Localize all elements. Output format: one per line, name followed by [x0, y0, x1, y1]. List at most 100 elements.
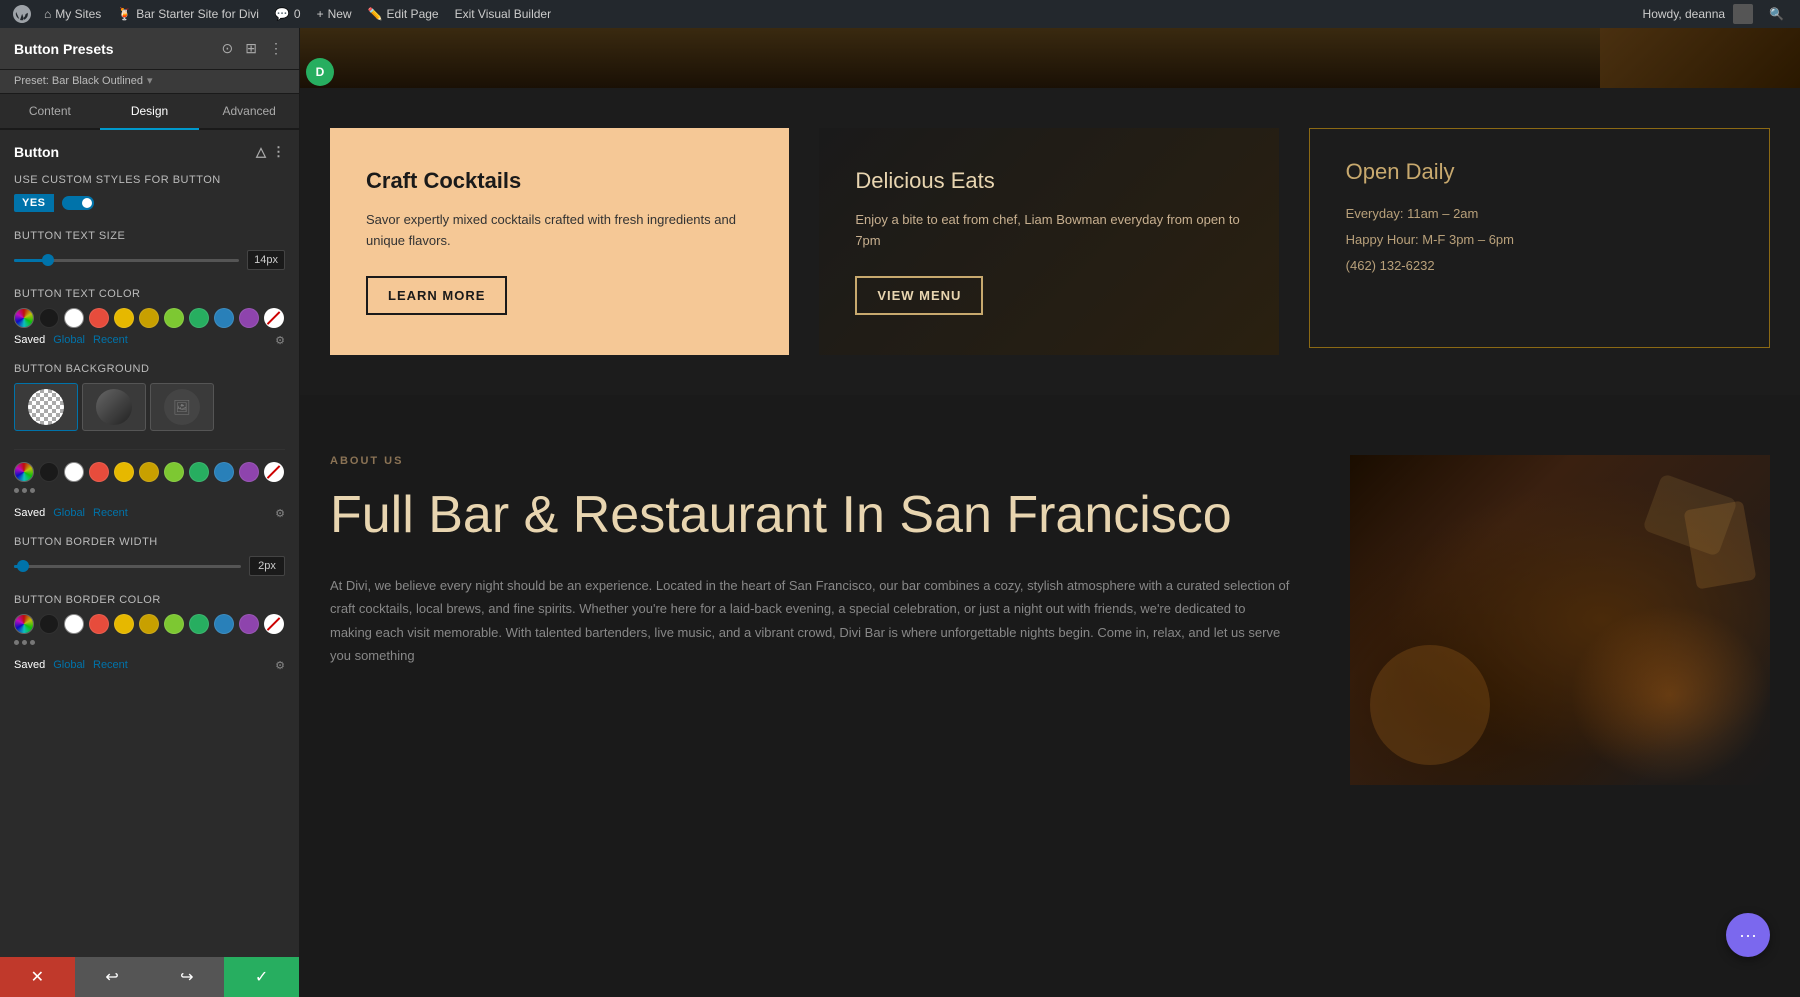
bcolor2-swatch-gold[interactable]: [139, 614, 159, 634]
border-saved-tab[interactable]: Saved: [14, 507, 45, 520]
divi-circle[interactable]: D: [306, 58, 334, 86]
my-sites-menu[interactable]: ⌂ My Sites: [36, 0, 109, 28]
border-swatch-blue[interactable]: [214, 462, 234, 482]
craft-cocktails-title: Craft Cocktails: [366, 168, 753, 194]
dot3[interactable]: [30, 488, 35, 493]
color-swatch-white[interactable]: [64, 308, 84, 328]
edit-page-button[interactable]: ✏️ Edit Page: [360, 0, 447, 28]
use-custom-toggle[interactable]: [62, 196, 94, 210]
bcolor2-recent-tab[interactable]: Recent: [93, 659, 128, 672]
color-swatch-yellow[interactable]: [114, 308, 134, 328]
global-tab[interactable]: Global: [53, 334, 85, 347]
border-swatch-white[interactable]: [64, 462, 84, 482]
bcolor2-settings-icon[interactable]: ⚙: [275, 659, 285, 672]
color-swatch-purple[interactable]: [239, 308, 259, 328]
more-icon[interactable]: ⋮: [267, 38, 285, 59]
divi-fab-button[interactable]: ···: [1726, 913, 1770, 957]
border-color2-picker-btn[interactable]: [14, 614, 34, 634]
dots-row: [14, 488, 285, 493]
collapse-icon[interactable]: △: [256, 144, 266, 160]
bcolor2-swatch-blue[interactable]: [214, 614, 234, 634]
dot4[interactable]: [14, 640, 19, 645]
dot6[interactable]: [30, 640, 35, 645]
toggle-yes-label: YES: [14, 194, 54, 212]
recent-tab[interactable]: Recent: [93, 334, 128, 347]
bcolor2-global-tab[interactable]: Global: [53, 659, 85, 672]
bcolor2-swatch-yellow[interactable]: [114, 614, 134, 634]
bcolor2-swatch-purple[interactable]: [239, 614, 259, 634]
view-menu-button[interactable]: VIEW MENU: [855, 276, 983, 315]
bcolor2-swatch-black[interactable]: [39, 614, 59, 634]
saved-tab[interactable]: Saved: [14, 334, 45, 347]
section-more-icon[interactable]: ⋮: [272, 144, 285, 160]
craft-cocktails-text: Savor expertly mixed cocktails crafted w…: [366, 210, 753, 252]
border-global-tab[interactable]: Global: [53, 507, 85, 520]
color-swatch-blue[interactable]: [214, 308, 234, 328]
dot5[interactable]: [22, 640, 27, 645]
text-size-value[interactable]: 14px: [247, 250, 285, 270]
about-title: Full Bar & Restaurant In San Francisco: [330, 487, 1290, 544]
about-text: At Divi, we believe every night should b…: [330, 574, 1290, 668]
border-swatch-green[interactable]: [189, 462, 209, 482]
border-width-value[interactable]: 2px: [249, 556, 285, 576]
color-swatch-lime[interactable]: [164, 308, 184, 328]
tab-advanced[interactable]: Advanced: [199, 94, 299, 130]
border-swatch-clear[interactable]: [264, 462, 284, 482]
howdy-menu[interactable]: Howdy, deanna: [1635, 4, 1762, 24]
tab-design[interactable]: Design: [100, 94, 200, 130]
preset-chevron-icon[interactable]: ▾: [147, 74, 153, 87]
sync-icon[interactable]: ⊙: [220, 38, 236, 59]
border-swatch-yellow[interactable]: [114, 462, 134, 482]
site-name-menu[interactable]: 🍹 Bar Starter Site for Divi: [109, 0, 267, 28]
bottom-toolbar: ✕ ↩ ↪ ✓: [0, 957, 299, 997]
exit-builder-button[interactable]: Exit Visual Builder: [447, 0, 560, 28]
comments-menu[interactable]: 💬 0: [267, 0, 309, 28]
border-settings-icon[interactable]: ⚙: [275, 507, 285, 520]
search-button[interactable]: 🔍: [1761, 7, 1792, 21]
border-swatch-gold[interactable]: [139, 462, 159, 482]
bcolor2-swatch-white[interactable]: [64, 614, 84, 634]
bcolor2-swatch-lime[interactable]: [164, 614, 184, 634]
cancel-button[interactable]: ✕: [0, 957, 75, 997]
open-daily-title: Open Daily: [1346, 159, 1733, 185]
howdy-label: Howdy, deanna: [1643, 7, 1726, 21]
color-swatch-red[interactable]: [89, 308, 109, 328]
color-swatch-clear[interactable]: [264, 308, 284, 328]
border-swatch-purple[interactable]: [239, 462, 259, 482]
bcolor2-saved-tab[interactable]: Saved: [14, 659, 45, 672]
new-menu[interactable]: + New: [309, 0, 360, 28]
hours1: Everyday: 11am – 2am: [1346, 201, 1733, 227]
border-color-picker-btn[interactable]: [14, 462, 34, 482]
undo-button[interactable]: ↩: [75, 957, 150, 997]
save-button[interactable]: ✓: [224, 957, 299, 997]
color-swatch-black[interactable]: [39, 308, 59, 328]
layout-icon[interactable]: ⊞: [243, 38, 259, 59]
color-settings-icon[interactable]: ⚙: [275, 334, 285, 347]
site-name-label: Bar Starter Site for Divi: [136, 7, 259, 21]
bg-image-option[interactable]: 🖼: [150, 383, 214, 431]
color-swatch-green[interactable]: [189, 308, 209, 328]
color-picker-btn[interactable]: [14, 308, 34, 328]
bcolor2-swatch-red[interactable]: [89, 614, 109, 634]
panel-preset: Preset: Bar Black Outlined ▾: [0, 70, 299, 94]
bg-gradient-option[interactable]: [82, 383, 146, 431]
learn-more-button[interactable]: LEARN MORE: [366, 276, 507, 315]
text-size-slider[interactable]: [14, 259, 239, 262]
border-color-swatches: [14, 462, 285, 482]
color-swatch-gold[interactable]: [139, 308, 159, 328]
border-width-slider[interactable]: [14, 565, 241, 568]
section-title: Button: [14, 144, 59, 160]
border-swatch-black[interactable]: [39, 462, 59, 482]
wp-logo[interactable]: [8, 0, 36, 28]
dot1[interactable]: [14, 488, 19, 493]
dot2[interactable]: [22, 488, 27, 493]
border-swatch-red[interactable]: [89, 462, 109, 482]
bcolor2-swatch-clear[interactable]: [264, 614, 284, 634]
border-recent-tab[interactable]: Recent: [93, 507, 128, 520]
redo-button[interactable]: ↪: [150, 957, 225, 997]
bg-solid-option[interactable]: [14, 383, 78, 431]
border-swatch-lime[interactable]: [164, 462, 184, 482]
comment-icon: 💬: [275, 7, 290, 21]
tab-content[interactable]: Content: [0, 94, 100, 130]
bcolor2-swatch-green[interactable]: [189, 614, 209, 634]
